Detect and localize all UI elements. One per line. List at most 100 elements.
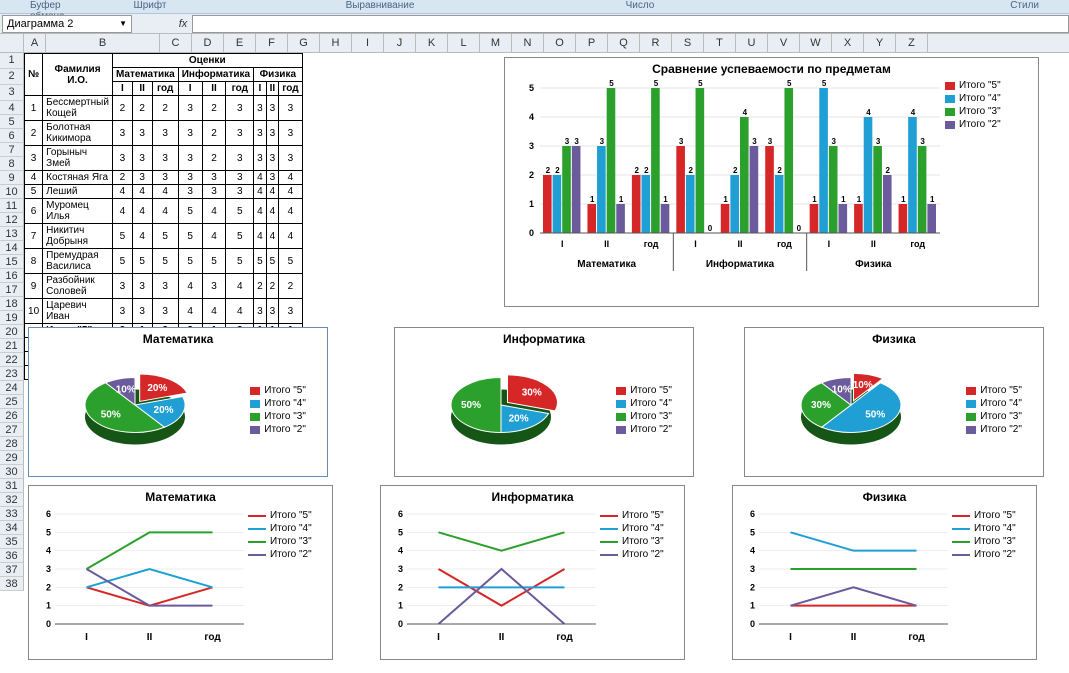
- row-header[interactable]: 10: [0, 185, 24, 199]
- row-header[interactable]: 34: [0, 521, 24, 535]
- col-header[interactable]: T: [704, 34, 736, 52]
- svg-text:I: I: [437, 632, 440, 643]
- legend-item: Итого "2": [966, 424, 1022, 435]
- col-header[interactable]: B: [46, 34, 160, 52]
- row-header[interactable]: 9: [0, 171, 24, 185]
- row-header[interactable]: 18: [0, 297, 24, 311]
- row-header[interactable]: 19: [0, 311, 24, 325]
- chevron-down-icon[interactable]: ▼: [119, 19, 127, 28]
- row-header[interactable]: 17: [0, 283, 24, 297]
- row-header[interactable]: 37: [0, 563, 24, 577]
- row-header[interactable]: 31: [0, 479, 24, 493]
- col-header[interactable]: R: [640, 34, 672, 52]
- row-header[interactable]: 13: [0, 227, 24, 241]
- svg-text:5: 5: [750, 527, 755, 537]
- col-header[interactable]: I: [352, 34, 384, 52]
- legend-item: Итого "3": [952, 536, 1016, 547]
- row-header[interactable]: 21: [0, 339, 24, 353]
- row-header[interactable]: 5: [0, 115, 24, 129]
- bar-chart-compare[interactable]: Сравнение успеваемости по предметам 0123…: [504, 57, 1039, 307]
- col-header[interactable]: L: [448, 34, 480, 52]
- svg-text:5: 5: [398, 527, 403, 537]
- row-header[interactable]: 32: [0, 493, 24, 507]
- row-header[interactable]: 8: [0, 157, 24, 171]
- hdr-phys: Физика: [254, 68, 302, 82]
- col-header[interactable]: Z: [896, 34, 928, 52]
- col-header[interactable]: D: [192, 34, 224, 52]
- pie-chart-phys[interactable]: Физика 10%50%30%10%Итого "5"Итого "4"Ито…: [744, 327, 1044, 477]
- row-header[interactable]: 27: [0, 423, 24, 437]
- svg-text:3: 3: [565, 137, 570, 146]
- row-header[interactable]: 11: [0, 199, 24, 213]
- col-header[interactable]: V: [768, 34, 800, 52]
- col-header[interactable]: K: [416, 34, 448, 52]
- row-header[interactable]: 4: [0, 101, 24, 115]
- legend-item: Итого "3": [945, 106, 1001, 117]
- col-header[interactable]: A: [24, 34, 46, 52]
- col-header[interactable]: N: [512, 34, 544, 52]
- pie-chart-math[interactable]: Математика 20%20%50%10%Итого "5"Итого "4…: [28, 327, 328, 477]
- svg-text:I: I: [85, 632, 88, 643]
- row-header[interactable]: 28: [0, 437, 24, 451]
- worksheet-grid[interactable]: 1234567891011121314151617181920212223242…: [0, 53, 1045, 673]
- col-header[interactable]: P: [576, 34, 608, 52]
- line-chart-math[interactable]: Математика 0123456IIIгодИтого "5"Итого "…: [28, 485, 333, 660]
- row-header[interactable]: 14: [0, 241, 24, 255]
- col-header[interactable]: M: [480, 34, 512, 52]
- row-header[interactable]: 35: [0, 535, 24, 549]
- row-header[interactable]: 30: [0, 465, 24, 479]
- name-box[interactable]: Диаграмма 2 ▼: [2, 15, 132, 33]
- row-header[interactable]: 22: [0, 353, 24, 367]
- svg-text:II: II: [871, 239, 876, 249]
- row-header[interactable]: 6: [0, 129, 24, 143]
- row-header[interactable]: 2: [0, 69, 24, 85]
- row-header[interactable]: 36: [0, 549, 24, 563]
- svg-text:3: 3: [750, 564, 755, 574]
- legend-item: Итого "4": [616, 398, 672, 409]
- svg-text:Физика: Физика: [855, 259, 892, 270]
- col-header[interactable]: U: [736, 34, 768, 52]
- row-header[interactable]: 29: [0, 451, 24, 465]
- col-header[interactable]: O: [544, 34, 576, 52]
- row-header[interactable]: 26: [0, 409, 24, 423]
- col-header[interactable]: C: [160, 34, 192, 52]
- legend-item: Итого "5": [600, 510, 664, 521]
- svg-text:1: 1: [619, 195, 624, 204]
- row-header[interactable]: 24: [0, 381, 24, 395]
- row-header[interactable]: 7: [0, 143, 24, 157]
- col-header[interactable]: J: [384, 34, 416, 52]
- formula-bar[interactable]: [192, 15, 1069, 33]
- line-chart-inf[interactable]: Информатика 0123456IIIгодИтого "5"Итого …: [380, 485, 685, 660]
- row-header[interactable]: 20: [0, 325, 24, 339]
- row-header[interactable]: 38: [0, 577, 24, 591]
- svg-text:3: 3: [398, 564, 403, 574]
- svg-text:1: 1: [663, 195, 668, 204]
- row-header[interactable]: 33: [0, 507, 24, 521]
- svg-text:год: год: [910, 239, 925, 249]
- column-headers[interactable]: ABCDEFGHIJKLMNOPQRSTUVWXYZ: [0, 34, 1069, 53]
- row-header[interactable]: 1: [0, 53, 24, 69]
- col-header[interactable]: E: [224, 34, 256, 52]
- row-header[interactable]: 23: [0, 367, 24, 381]
- select-all-corner[interactable]: [0, 34, 24, 52]
- col-header[interactable]: G: [288, 34, 320, 52]
- svg-text:6: 6: [46, 509, 51, 519]
- col-header[interactable]: F: [256, 34, 288, 52]
- fx-icon[interactable]: fx: [174, 18, 192, 30]
- col-header[interactable]: W: [800, 34, 832, 52]
- row-header[interactable]: 16: [0, 269, 24, 283]
- row-header[interactable]: 12: [0, 213, 24, 227]
- row-header[interactable]: 3: [0, 85, 24, 101]
- row-header[interactable]: 25: [0, 395, 24, 409]
- col-header[interactable]: H: [320, 34, 352, 52]
- svg-text:II: II: [499, 632, 505, 643]
- col-header[interactable]: S: [672, 34, 704, 52]
- row-header[interactable]: 15: [0, 255, 24, 269]
- col-header[interactable]: Y: [864, 34, 896, 52]
- svg-text:3: 3: [920, 137, 925, 146]
- pie-chart-inf[interactable]: Информатика 30%20%50%Итого "5"Итого "4"И…: [394, 327, 694, 477]
- col-header[interactable]: Q: [608, 34, 640, 52]
- col-header[interactable]: X: [832, 34, 864, 52]
- row-headers[interactable]: 1234567891011121314151617181920212223242…: [0, 53, 24, 591]
- line-chart-phys[interactable]: Физика 0123456IIIгодИтого "5"Итого "4"Ит…: [732, 485, 1037, 660]
